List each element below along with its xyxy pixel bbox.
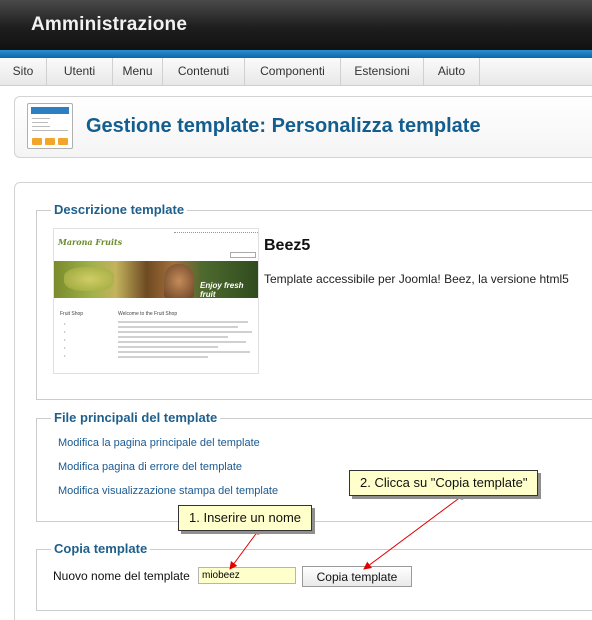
thumbnail-banner-caption: Enjoy fresh fruit: [200, 281, 244, 299]
copy-template-button[interactable]: Copia template: [302, 566, 412, 587]
thumbnail-sidebar: Fruit Shop • • • • •: [60, 311, 108, 361]
menu-item-menu[interactable]: Menu: [113, 58, 163, 85]
thumbnail-logo: Marona Fruits: [58, 237, 123, 247]
header-bar: Amministrazione: [0, 0, 592, 50]
thumbnail-content-title: Welcome to the Fruit Shop: [118, 311, 178, 317]
page-title-box: Gestione template: Personalizza template: [14, 96, 592, 158]
menu-item-aiuto[interactable]: Aiuto: [424, 58, 480, 85]
main-menu: Sito Utenti Menu Contenuti Componenti Es…: [0, 58, 592, 86]
page-title: Gestione template: Personalizza template: [86, 115, 481, 137]
thumbnail-sidebar-title: Fruit Shop: [60, 311, 84, 317]
template-manager-icon: [27, 103, 73, 149]
new-template-name-label: Nuovo nome del template: [53, 569, 190, 583]
menu-item-utenti[interactable]: Utenti: [47, 58, 113, 85]
menu-item-componenti[interactable]: Componenti: [245, 58, 341, 85]
description-legend: Descrizione template: [51, 202, 188, 217]
files-legend: File principali del template: [51, 410, 221, 425]
copy-legend: Copia template: [51, 541, 151, 556]
header-accent-bar: [0, 50, 592, 58]
new-template-name-input[interactable]: [198, 567, 296, 584]
edit-print-view-link[interactable]: Modifica visualizzazione stampa del temp…: [58, 485, 278, 497]
template-description: Template accessibile per Joomla! Beez, l…: [264, 272, 569, 286]
admin-page: Amministrazione Sito Utenti Menu Contenu…: [0, 0, 592, 620]
template-thumbnail: Marona Fruits Enjoy fresh fruit Fruit Sh…: [53, 228, 259, 374]
menu-item-estensioni[interactable]: Estensioni: [341, 58, 424, 85]
edit-error-page-link[interactable]: Modifica pagina di errore del template: [58, 461, 242, 473]
template-name: Beez5: [264, 237, 311, 254]
admin-title: Amministrazione: [31, 14, 188, 35]
thumbnail-search-box: [230, 252, 256, 258]
callout-step1: 1. Inserire un nome: [178, 505, 313, 531]
thumbnail-content: Welcome to the Fruit Shop: [118, 311, 256, 361]
thumbnail-banner: Enjoy fresh fruit: [54, 261, 258, 299]
edit-main-page-link[interactable]: Modifica la pagina principale del templa…: [58, 437, 260, 449]
menu-item-contenuti[interactable]: Contenuti: [163, 58, 245, 85]
callout-step2: 2. Clicca su "Copia template": [349, 470, 539, 496]
menu-item-sito[interactable]: Sito: [0, 58, 47, 85]
